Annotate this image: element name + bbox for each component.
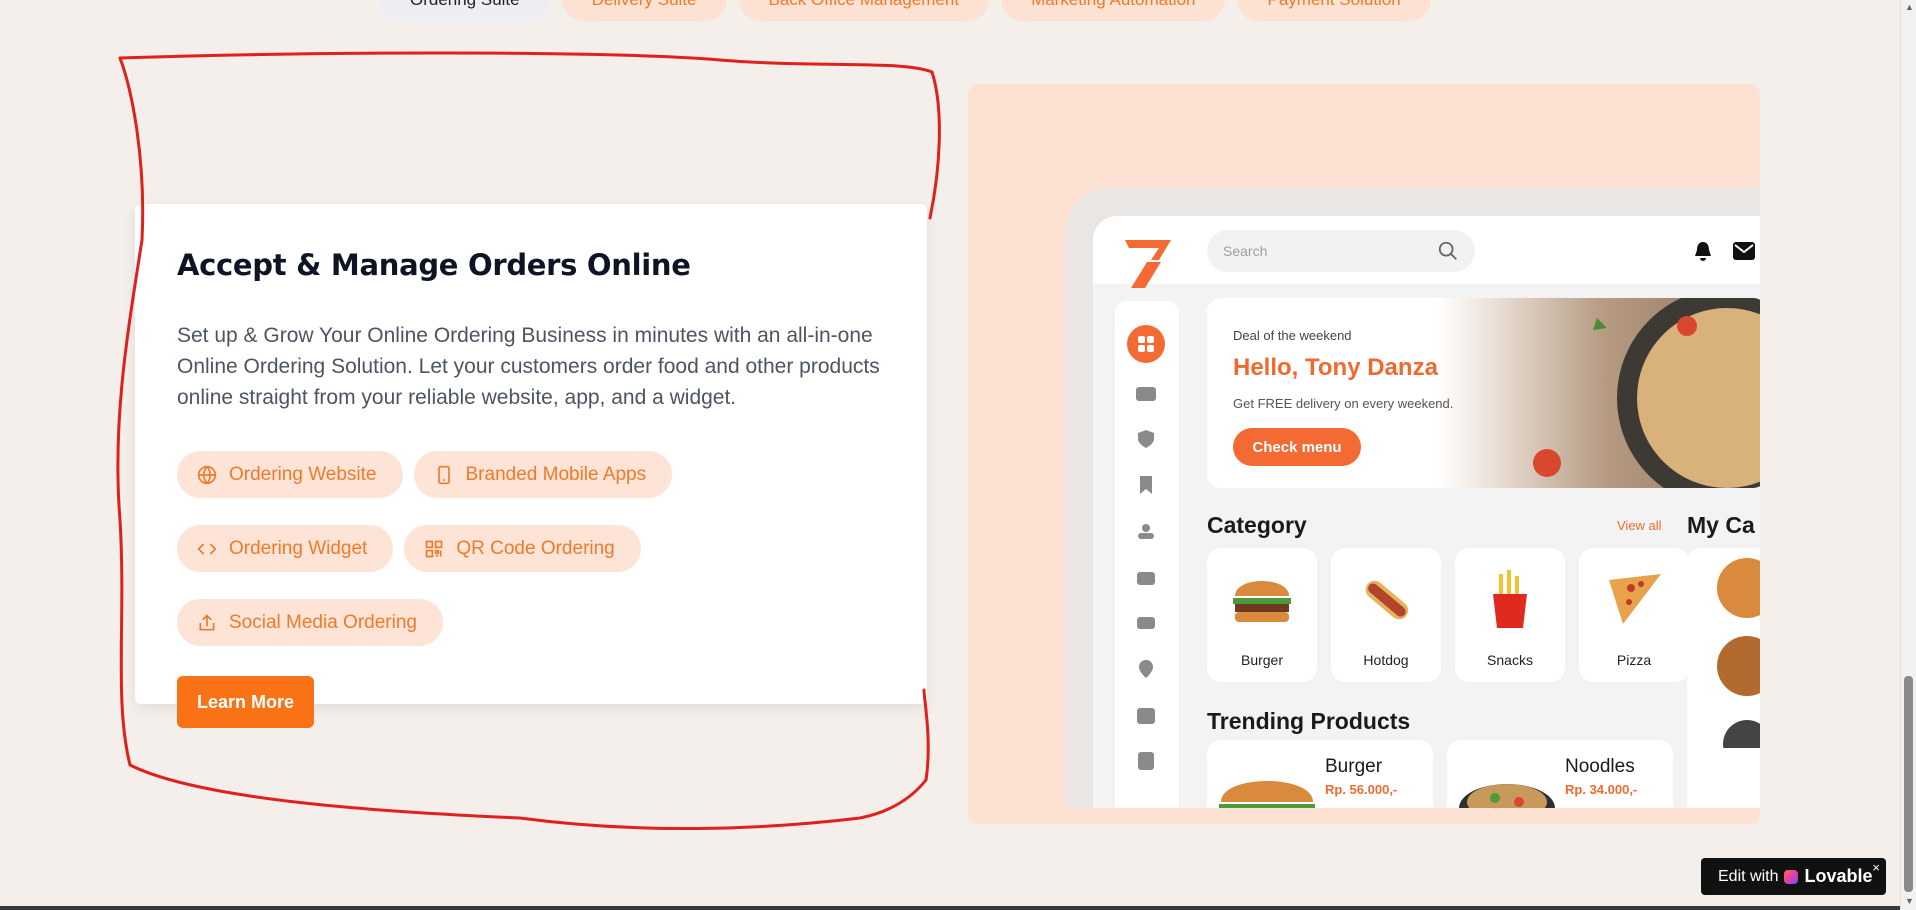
chip-label: QR Code Ordering [456, 537, 615, 559]
feature-chips: Ordering Website Branded Mobile Apps Ord… [177, 451, 897, 646]
fries-icon [1493, 570, 1527, 628]
suite-tabs: Ordering Suite Delivery Suite Back Offic… [380, 0, 1431, 21]
qr-code-icon [426, 540, 443, 557]
product-name: Burger [1325, 756, 1383, 777]
tab-marketing-automation[interactable]: Marketing Automation [1001, 0, 1226, 21]
app-preview-panel: Search Deal of the weekend Hello, Tony D… [968, 84, 1760, 824]
cart-items-column [1687, 548, 1760, 808]
calendar-icon[interactable] [1135, 705, 1157, 725]
tab-delivery-suite[interactable]: Delivery Suite [561, 0, 727, 21]
bookmark-icon[interactable] [1135, 475, 1157, 495]
lovable-logo-icon [1784, 869, 1799, 884]
deal-banner: Deal of the weekend Hello, Tony Danza Ge… [1207, 298, 1760, 488]
ticket-icon[interactable] [1135, 613, 1157, 633]
hotdog-icon [1365, 580, 1409, 620]
deal-label: Deal of the weekend [1233, 328, 1352, 343]
chip-label: Ordering Widget [229, 537, 368, 559]
pasta-image [1437, 298, 1760, 488]
greeting-text: Hello, Tony Danza [1233, 354, 1438, 381]
tablet-frame: Search Deal of the weekend Hello, Tony D… [1065, 188, 1760, 808]
bell-icon[interactable] [1693, 240, 1713, 262]
chip-branded-mobile-apps[interactable]: Branded Mobile Apps [413, 451, 673, 498]
page-scrollbar[interactable]: ▲ ▼ [1900, 0, 1916, 910]
category-card[interactable]: Snacks [1455, 548, 1565, 682]
category-card[interactable]: Burger [1207, 548, 1317, 682]
noodles-image-icon [1459, 784, 1555, 808]
check-menu-button[interactable]: Check menu [1233, 428, 1361, 466]
pizza-icon [1609, 574, 1661, 624]
document-icon[interactable] [1135, 751, 1157, 771]
globe-icon [197, 465, 217, 484]
mail-icon[interactable] [1733, 242, 1755, 260]
badge-brand: Lovable [1804, 866, 1873, 886]
preview-sidebar [1115, 301, 1179, 808]
tablet-screen: Search Deal of the weekend Hello, Tony D… [1093, 216, 1760, 808]
preview-topbar: Search [1093, 216, 1760, 288]
category-label: Hotdog [1363, 652, 1409, 668]
product-card[interactable]: Noodles Rp. 34.000,- [1447, 740, 1673, 808]
smartphone-icon [437, 465, 450, 484]
feature-card: Accept & Manage Orders Online Set up & G… [135, 204, 927, 728]
trending-heading: Trending Products [1207, 708, 1411, 734]
close-icon[interactable]: × [1872, 860, 1880, 875]
radio-icon[interactable] [1135, 383, 1157, 403]
feature-description: Set up & Grow Your Online Ordering Busin… [177, 324, 880, 409]
scroll-down-icon[interactable]: ▼ [1905, 896, 1914, 906]
chip-label: Social Media Ordering [229, 611, 417, 633]
scroll-up-icon[interactable]: ▲ [1905, 2, 1914, 12]
category-card[interactable]: Pizza [1579, 548, 1689, 682]
chip-qr-code-ordering[interactable]: QR Code Ordering [404, 525, 641, 572]
chip-label: Branded Mobile Apps [465, 463, 647, 485]
category-card[interactable]: Hotdog [1331, 548, 1441, 682]
location-icon[interactable] [1135, 659, 1157, 679]
category-label: Burger [1240, 652, 1284, 668]
scrollbar-thumb[interactable] [1904, 676, 1913, 892]
deal-subtitle: Get FREE delivery on every weekend. [1233, 396, 1454, 411]
learn-more-button[interactable]: Learn More [177, 676, 315, 728]
brand-logo-icon [1125, 240, 1171, 288]
category-heading: Category [1207, 512, 1307, 538]
code-icon [197, 542, 217, 555]
burger-image-icon [1219, 781, 1315, 808]
tab-payment-solution[interactable]: Payment Solution [1237, 0, 1431, 21]
feature-title: Accept & Manage Orders Online [177, 248, 691, 282]
chip-ordering-website[interactable]: Ordering Website [177, 451, 403, 498]
dashboard-icon[interactable] [1127, 325, 1165, 363]
search-icon [1438, 241, 1457, 260]
product-price: Rp. 34.000,- [1565, 782, 1638, 797]
product-price: Rp. 56.000,- [1325, 782, 1398, 797]
burger-icon [1233, 581, 1291, 622]
view-all-link[interactable]: View all [1617, 518, 1662, 533]
chip-label: Ordering Website [229, 463, 377, 485]
category-label: Pizza [1616, 652, 1652, 668]
search-placeholder: Search [1223, 243, 1268, 259]
briefcase-icon[interactable] [1135, 567, 1157, 587]
tab-back-office[interactable]: Back Office Management [738, 0, 990, 21]
taskbar-edge [0, 906, 1900, 910]
preview-search-input[interactable]: Search [1207, 230, 1475, 272]
chip-ordering-widget[interactable]: Ordering Widget [177, 525, 394, 572]
users-icon[interactable] [1135, 521, 1157, 541]
product-name: Noodles [1565, 756, 1635, 777]
tab-ordering-suite[interactable]: Ordering Suite [380, 0, 550, 21]
category-label: Snacks [1487, 652, 1533, 668]
chip-social-media-ordering[interactable]: Social Media Ordering [177, 599, 443, 646]
shield-icon[interactable] [1135, 429, 1157, 449]
edit-with-lovable-badge[interactable]: Edit with Lovable × [1701, 858, 1886, 895]
badge-prefix: Edit with [1718, 867, 1779, 885]
my-cart-heading: My Ca [1687, 512, 1755, 538]
product-card[interactable]: Burger Rp. 56.000,- [1207, 740, 1433, 808]
share-icon [199, 613, 215, 630]
